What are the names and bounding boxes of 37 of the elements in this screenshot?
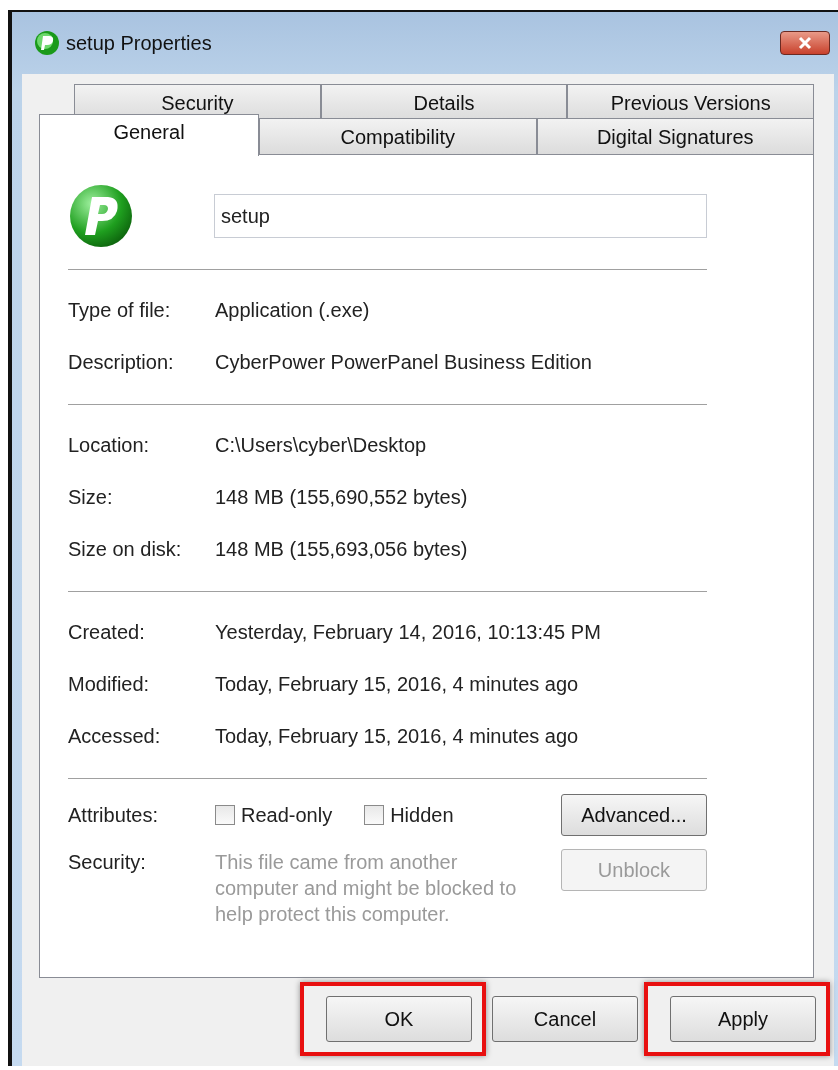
tab[interactable]: General — [39, 114, 259, 156]
security-note: This file came from another computer and might be blocked to help protect this computer. — [215, 850, 518, 927]
checkbox[interactable] — [215, 805, 235, 825]
dialog-button[interactable]: OK — [326, 996, 472, 1042]
advanced-button[interactable]: Advanced... — [561, 794, 707, 836]
property-label: Security: — [68, 850, 147, 874]
tab[interactable]: Compatibility — [259, 118, 537, 154]
property-label: Size on disk: — [68, 537, 183, 561]
app-logo-icon — [68, 183, 134, 249]
property-value: Application (.exe) — [215, 298, 370, 322]
dialog-button[interactable]: Apply — [670, 996, 816, 1042]
property-value: 148 MB (155,693,056 bytes) — [215, 537, 468, 561]
property-value: Yesterday, February 14, 2016, 10:13:45 PM — [215, 620, 601, 644]
property-value: Today, February 15, 2016, 4 minutes ago — [215, 672, 579, 696]
tab[interactable]: Previous Versions — [567, 84, 814, 120]
property-value: C:\Users\cyber\Desktop — [215, 433, 427, 457]
property-value: 148 MB (155,690,552 bytes) — [215, 485, 468, 509]
window-title: setup Properties — [66, 31, 212, 55]
property-label: Location: — [68, 433, 151, 457]
property-label: Accessed: — [68, 724, 162, 748]
checkbox-label: Read-only — [241, 803, 333, 827]
property-label: Type of file: — [68, 298, 172, 322]
property-value: CyberPower PowerPanel Business Edition — [215, 350, 592, 374]
property-label: Description: — [68, 350, 175, 374]
property-label: Created: — [68, 620, 146, 644]
dialog-button[interactable]: Cancel — [492, 996, 638, 1042]
file-name-field[interactable]: setup — [214, 194, 707, 238]
close-button[interactable] — [780, 31, 830, 55]
property-value: Today, February 15, 2016, 4 minutes ago — [215, 724, 579, 748]
checkbox[interactable] — [364, 805, 385, 825]
checkbox-label: Hidden — [390, 803, 454, 827]
tab[interactable]: Digital Signatures — [536, 118, 814, 154]
app-logo-icon — [34, 30, 60, 56]
property-label: Size: — [68, 485, 114, 509]
tab[interactable]: Details — [320, 84, 568, 120]
property-label: Attributes: — [68, 803, 160, 827]
property-label: Modified: — [68, 672, 151, 696]
